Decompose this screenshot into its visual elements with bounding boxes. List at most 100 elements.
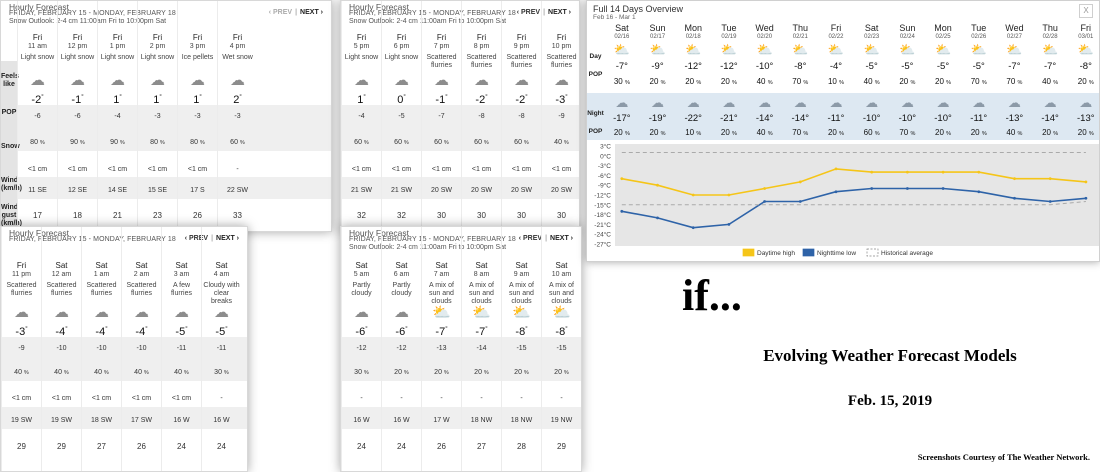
sun-cloud-icon: ⛅ — [827, 42, 845, 57]
night-pop-value: 70 — [899, 128, 909, 137]
data-point — [941, 187, 945, 190]
pop-value: 80 % — [150, 139, 165, 146]
day-temp-value: -4 — [829, 61, 839, 72]
temperature-chart: 3°C0°C -3°C -6°C -9°C -12°C-15°C -18°C -21°C -2… — [594, 143, 1099, 257]
overview-date: 02/21 — [792, 34, 808, 40]
hour-temperature: -3° — [555, 94, 568, 106]
feels-like-value: -12 — [356, 345, 367, 352]
overview-day-name: Wed — [755, 23, 774, 33]
hour-condition: Scattered flurries — [126, 282, 157, 297]
night-temperature: -14° — [791, 113, 810, 124]
hour-day: Sat — [95, 261, 108, 270]
night-temp-value: -11 — [827, 113, 841, 124]
hour-condition: Cloudy with clear breaks — [203, 282, 240, 305]
snow-icon: ☁ — [14, 304, 29, 321]
hour-condition: Light snow — [60, 54, 95, 61]
night-temperature: -21° — [720, 113, 738, 124]
moon-cloud-icon: ☁ — [936, 95, 950, 110]
feels-like-value: -10 — [96, 345, 107, 352]
snow-value: - — [360, 395, 363, 402]
sun-cloud-icon: ⛅ — [1077, 42, 1094, 57]
hour-column: Sat 4 am Cloudy with clear breaks ☁ -5° … — [201, 227, 241, 471]
hour-columns: Fri 11 pm Scattered flurries ☁ -3° -9 40… — [1, 227, 241, 471]
data-point — [798, 180, 802, 184]
wind-gust-value: 30 — [437, 211, 446, 220]
wind-value: 16 W — [173, 417, 190, 424]
hour-time: 9 am — [513, 271, 530, 278]
day-pop-value: 70 — [970, 77, 980, 86]
y-tick-label: 0°C — [600, 152, 611, 160]
moon-cloud-icon: ☁ — [651, 95, 665, 110]
pop-number: 20 — [394, 369, 402, 376]
next-button[interactable]: NEXT › — [300, 9, 323, 16]
day-pop: 20 % — [685, 77, 702, 86]
moon-cloud-icon: ☁ — [722, 95, 736, 110]
hour-temperature: -4° — [135, 326, 148, 338]
hour-temperature: -5° — [215, 326, 228, 338]
night-temp-value: -13 — [1005, 113, 1020, 124]
hour-condition: Scattered flurries — [546, 54, 577, 69]
overview-date: 02/19 — [721, 34, 737, 40]
sun-cloud-icon: ⛅ — [512, 304, 531, 321]
feels-like-value: -7 — [438, 113, 445, 120]
slide-date: Feb. 15, 2019 — [847, 393, 933, 409]
data-point — [977, 190, 981, 194]
pop-number: 60 — [514, 139, 522, 146]
day-pop: 40 % — [863, 77, 880, 86]
overview-day-name: Sun — [649, 23, 666, 33]
prev-button[interactable]: ‹ PREV — [269, 9, 292, 16]
overview-day-name: Fri — [830, 23, 842, 33]
pop-value: 30 % — [214, 369, 229, 376]
snow-icon: ☁ — [354, 72, 369, 89]
pop-value: 40 % — [174, 369, 189, 376]
day-pop: 20 % — [649, 77, 666, 86]
hour-column: Fri 5 pm Light snow ☁ 1° -4 60 % <1 cm 2… — [341, 1, 381, 231]
temperature-value: -1 — [71, 94, 82, 106]
overview-date: 02/28 — [1042, 34, 1058, 40]
pop-value: 90 % — [110, 139, 125, 146]
hour-temperature: -6° — [395, 326, 408, 338]
hour-time: 7 am — [433, 271, 450, 278]
day-pop-value: 40 — [756, 77, 766, 86]
night-pop-value: 60 — [863, 128, 873, 137]
pop-value: 60 % — [434, 139, 449, 146]
pop-value: 80 % — [190, 139, 205, 146]
data-point — [977, 170, 981, 174]
night-pop-value: 10 — [685, 128, 695, 137]
day-temperature: -5° — [901, 61, 914, 72]
pop-value: 20 % — [554, 369, 569, 376]
y-tick-label: -24°C — [594, 231, 611, 239]
night-pop-value: 20 — [970, 128, 980, 137]
overview-day-name: Sat — [615, 23, 629, 33]
wind-gust-value: 32 — [397, 211, 406, 220]
hour-temperature: -6° — [355, 326, 368, 338]
data-point — [656, 183, 659, 187]
night-temp-value: -17 — [613, 113, 627, 124]
snow-value: <1 cm — [67, 166, 88, 173]
snow-value: <1 cm — [511, 166, 532, 173]
sun-cloud-icon: ⛅ — [792, 42, 809, 57]
hour-condition: Light snow — [20, 54, 55, 61]
y-tick-label: -9°C — [598, 182, 611, 190]
hour-day: Fri — [112, 33, 123, 42]
hour-day: Fri — [72, 33, 83, 42]
overview-day-name: Wed — [1005, 23, 1024, 33]
hour-day: Fri — [356, 33, 367, 42]
night-pop: 70 % — [899, 128, 916, 137]
feels-like-value: -3 — [194, 113, 201, 120]
snow-icon: ☁ — [474, 72, 489, 89]
hour-condition: Scattered flurries — [46, 282, 77, 297]
day-pop: 10 % — [827, 77, 844, 86]
hour-time: 2 pm — [149, 43, 166, 50]
historical-average-legend: Historical average — [881, 250, 933, 257]
feels-like-label: Feels like — [1, 73, 19, 88]
night-temperature: -22° — [684, 113, 702, 124]
snow-value: <1 cm — [171, 395, 192, 402]
hour-condition: A mix of sun and clouds — [549, 282, 574, 305]
close-button[interactable]: X — [1079, 4, 1093, 18]
snow-icon: ☁ — [174, 304, 189, 321]
hour-day: Sat — [395, 261, 408, 270]
day-temperature: -10° — [755, 61, 774, 72]
night-row-label: Night — [587, 110, 604, 117]
hour-day: Fri — [396, 33, 407, 42]
